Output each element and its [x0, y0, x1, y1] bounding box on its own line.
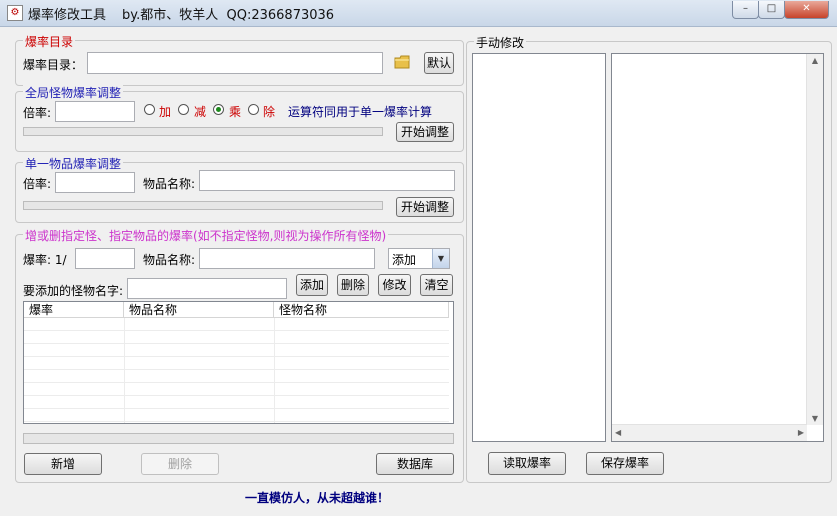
directory-input[interactable]	[87, 52, 383, 74]
read-rates-button[interactable]: 读取爆率	[488, 452, 566, 475]
scroll-left-icon[interactable]: ◀	[615, 425, 621, 441]
monster-name-label: 要添加的怪物名字:	[23, 284, 124, 298]
operator-hint: 运算符同用于单一爆率计算	[288, 105, 433, 119]
specify-rate-label: 爆率: 1/	[23, 253, 67, 267]
clear-button[interactable]: 清空	[420, 274, 453, 296]
radio-multiply-label: 乘	[229, 105, 242, 119]
single-item-input[interactable]	[199, 170, 455, 191]
global-progress-bar	[23, 127, 383, 136]
monster-name-input[interactable]	[127, 278, 287, 299]
table-row[interactable]	[24, 318, 449, 331]
specify-legend: 增或删指定怪、指定物品的爆率(如不指定怪物,则视为操作所有怪物)	[23, 227, 389, 244]
manual-edit-textarea[interactable]: ▲ ▼ ◀ ▶	[611, 53, 824, 442]
specify-progress-bar	[23, 433, 454, 444]
maximize-button[interactable]: □	[758, 1, 785, 19]
scroll-up-icon[interactable]: ▲	[807, 56, 823, 65]
radio-subtract[interactable]	[178, 104, 189, 115]
default-button[interactable]: 默认	[424, 52, 454, 74]
radio-divide[interactable]	[248, 104, 259, 115]
table-row[interactable]	[24, 344, 449, 357]
specify-item-label: 物品名称:	[143, 253, 196, 267]
close-button[interactable]: ✕	[784, 1, 829, 19]
column-header-item[interactable]: 物品名称	[124, 302, 274, 318]
folder-icon[interactable]	[394, 55, 410, 69]
single-rate-label: 倍率:	[23, 177, 52, 191]
table-row[interactable]	[24, 370, 449, 383]
database-button[interactable]: 数据库	[376, 453, 454, 475]
table-row[interactable]	[24, 383, 449, 396]
directory-legend: 爆率目录	[23, 33, 76, 50]
radio-divide-label: 除	[263, 105, 276, 119]
single-item-label: 物品名称:	[143, 177, 196, 191]
single-rate-input[interactable]	[55, 172, 135, 193]
action-select-value: 添加	[392, 253, 417, 267]
save-rates-button[interactable]: 保存爆率	[586, 452, 664, 475]
table-row[interactable]	[24, 357, 449, 370]
table-row[interactable]	[24, 396, 449, 409]
scroll-right-icon[interactable]: ▶	[798, 425, 804, 441]
column-header-monster[interactable]: 怪物名称	[274, 302, 449, 318]
specify-rate-input[interactable]	[75, 248, 135, 269]
radio-subtract-label: 减	[194, 105, 207, 119]
app-icon: ⚙	[7, 5, 23, 21]
remove-button[interactable]: 删除	[141, 453, 219, 475]
new-button[interactable]: 新增	[24, 453, 102, 475]
window-title: 爆率修改工具	[28, 8, 107, 23]
global-adjust-legend: 全局怪物爆率调整	[23, 84, 124, 101]
manual-edit-legend: 手动修改	[474, 34, 527, 51]
radio-multiply[interactable]	[213, 104, 224, 115]
add-record-button[interactable]: 添加	[296, 274, 328, 296]
modify-record-button[interactable]: 修改	[378, 274, 411, 296]
minimize-button[interactable]: –	[732, 1, 759, 19]
single-adjust-legend: 单一物品爆率调整	[23, 155, 124, 172]
chevron-down-icon[interactable]: ▼	[432, 249, 449, 268]
single-progress-bar	[23, 201, 383, 210]
main-window: ⚙ 爆率修改工具 by.都市、牧羊人 QQ:2366873036 – □ ✕ 爆…	[0, 0, 837, 516]
directory-label: 爆率目录：	[23, 58, 84, 72]
action-select[interactable]: 添加 ▼	[388, 248, 450, 269]
title-bar[interactable]: ⚙ 爆率修改工具 by.都市、牧羊人 QQ:2366873036 – □ ✕	[0, 0, 837, 27]
table-row[interactable]	[24, 331, 449, 344]
footer-slogan: 一直模仿人，从未超越谁！	[245, 491, 390, 505]
scroll-down-icon[interactable]: ▼	[807, 414, 823, 423]
radio-add-label: 加	[159, 105, 172, 119]
single-start-button[interactable]: 开始调整	[396, 197, 454, 217]
column-header-rate[interactable]: 爆率	[24, 302, 124, 318]
drop-rate-table[interactable]: 爆率 物品名称 怪物名称	[23, 301, 454, 424]
horizontal-scrollbar[interactable]: ◀ ▶	[612, 424, 807, 441]
delete-record-button[interactable]: 删除	[337, 274, 369, 296]
vertical-scrollbar[interactable]: ▲ ▼	[806, 54, 823, 425]
radio-add[interactable]	[144, 104, 155, 115]
global-start-button[interactable]: 开始调整	[396, 122, 454, 142]
specify-item-input[interactable]	[199, 248, 375, 269]
author-text: by.都市、牧羊人 QQ:2366873036	[122, 8, 335, 23]
global-rate-input[interactable]	[55, 101, 135, 122]
global-rate-label: 倍率:	[23, 106, 52, 120]
file-list[interactable]	[472, 53, 606, 442]
table-row[interactable]	[24, 409, 449, 422]
